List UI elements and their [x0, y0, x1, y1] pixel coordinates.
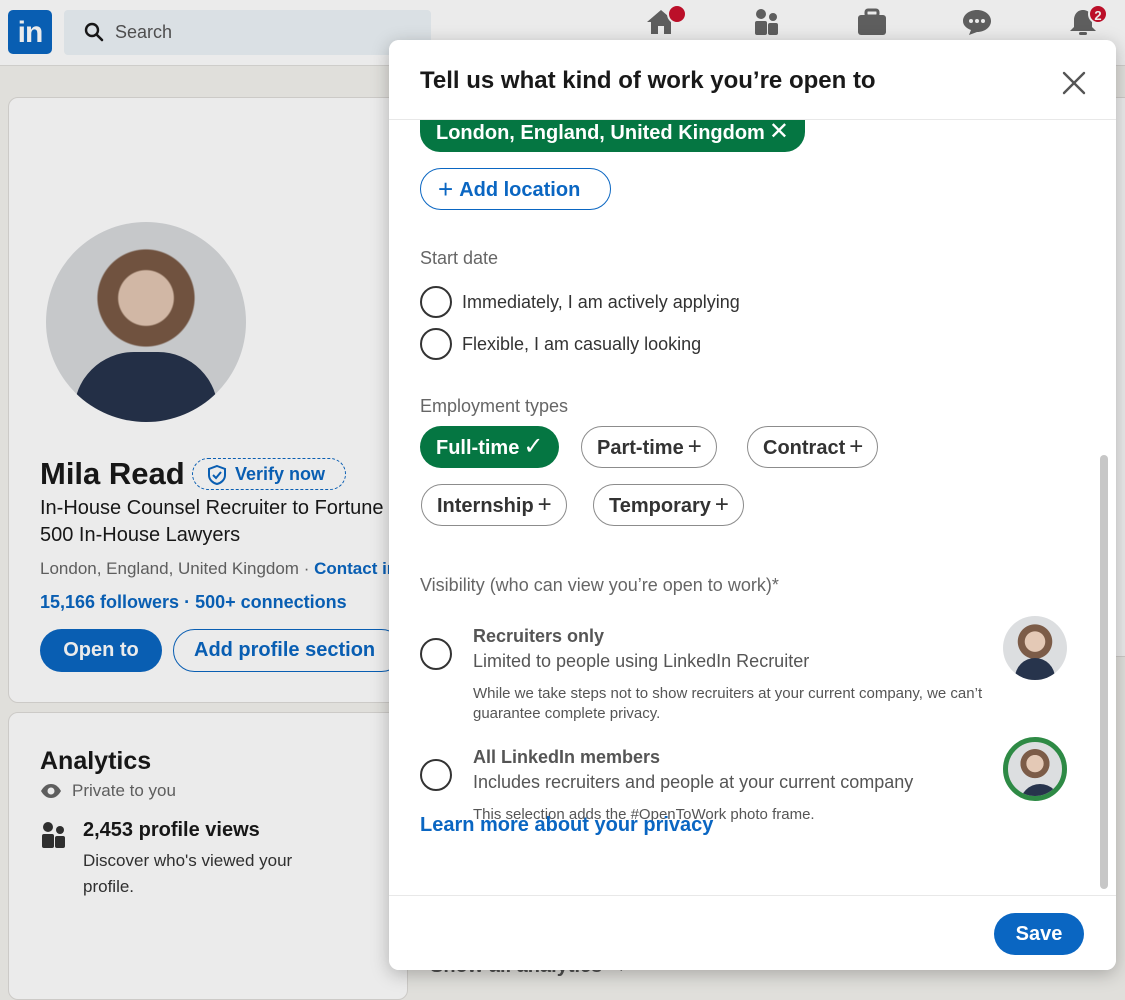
chip-label: Full-time [436, 437, 520, 459]
modal-header: Tell us what kind of work you’re open to [389, 40, 1116, 120]
remove-location-icon[interactable]: ✕ [769, 120, 789, 145]
start-date-label: Start date [420, 248, 499, 268]
learn-more-privacy-link[interactable]: Learn more about your privacy [420, 814, 713, 837]
radio-button[interactable] [420, 638, 452, 670]
visibility-option-title: All LinkedIn members [473, 747, 661, 767]
employment-chip-part-time[interactable]: Part-time + [581, 426, 717, 468]
radio-button[interactable] [420, 286, 452, 318]
plus-icon: + [687, 433, 702, 460]
modal-body: London, England, United Kingdom ✕ + Add lo… [389, 120, 1116, 895]
profile-photo-preview [1003, 616, 1067, 680]
modal-footer: Save [389, 895, 1116, 970]
chip-label: Contract [763, 437, 846, 459]
close-button[interactable] [1057, 66, 1091, 100]
visibility-option-subtitle: Limited to people using LinkedIn Recruit… [473, 651, 810, 671]
add-location-button[interactable]: + Add location [420, 168, 611, 210]
plus-icon: + [537, 491, 552, 518]
employment-types-label: Employment types [420, 396, 569, 416]
checkmark-icon: ✓ [523, 433, 544, 460]
modal-title: Tell us what kind of work you’re open to [420, 67, 876, 94]
open-to-work-modal: Tell us what kind of work you’re open to… [389, 40, 1116, 970]
save-button[interactable]: Save [994, 913, 1084, 955]
radio-button[interactable] [420, 759, 452, 791]
visibility-option-subtitle: Includes recruiters and people at your c… [473, 772, 914, 792]
visibility-option-title: Recruiters only [473, 626, 605, 646]
visibility-option-all-members[interactable]: All LinkedIn members Includes recruiters… [420, 737, 1070, 823]
add-location-label: Add location [459, 179, 581, 201]
plus-icon: + [438, 174, 454, 204]
visibility-option-note: While we take steps not to show recruite… [473, 685, 983, 722]
employment-chip-contract[interactable]: Contract + [747, 426, 879, 468]
modal-scrollbar[interactable] [1100, 455, 1108, 889]
radio-label: Flexible, I am casually looking [462, 334, 702, 354]
employment-chip-full-time[interactable]: Full-time ✓ [420, 426, 560, 468]
location-chip-label: London, England, United Kingdom [436, 122, 765, 144]
plus-icon: + [849, 433, 864, 460]
open-to-work-frame-preview [1003, 737, 1067, 801]
location-chip-london[interactable]: London, England, United Kingdom ✕ [420, 120, 805, 152]
plus-icon: + [714, 491, 729, 518]
chip-label: Internship [437, 495, 534, 517]
chip-label: Part-time [597, 437, 684, 459]
employment-chip-temporary[interactable]: Temporary + [593, 484, 744, 526]
radio-label: Immediately, I am actively applying [462, 292, 740, 312]
radio-button[interactable] [420, 328, 452, 360]
employment-chip-internship[interactable]: Internship + [421, 484, 567, 526]
visibility-label: Visibility (who can view you’re open to … [420, 575, 779, 595]
visibility-option-recruiters-only[interactable]: Recruiters only Limited to people using … [420, 616, 1070, 726]
close-icon [1062, 71, 1086, 95]
chip-label: Temporary [609, 495, 711, 517]
